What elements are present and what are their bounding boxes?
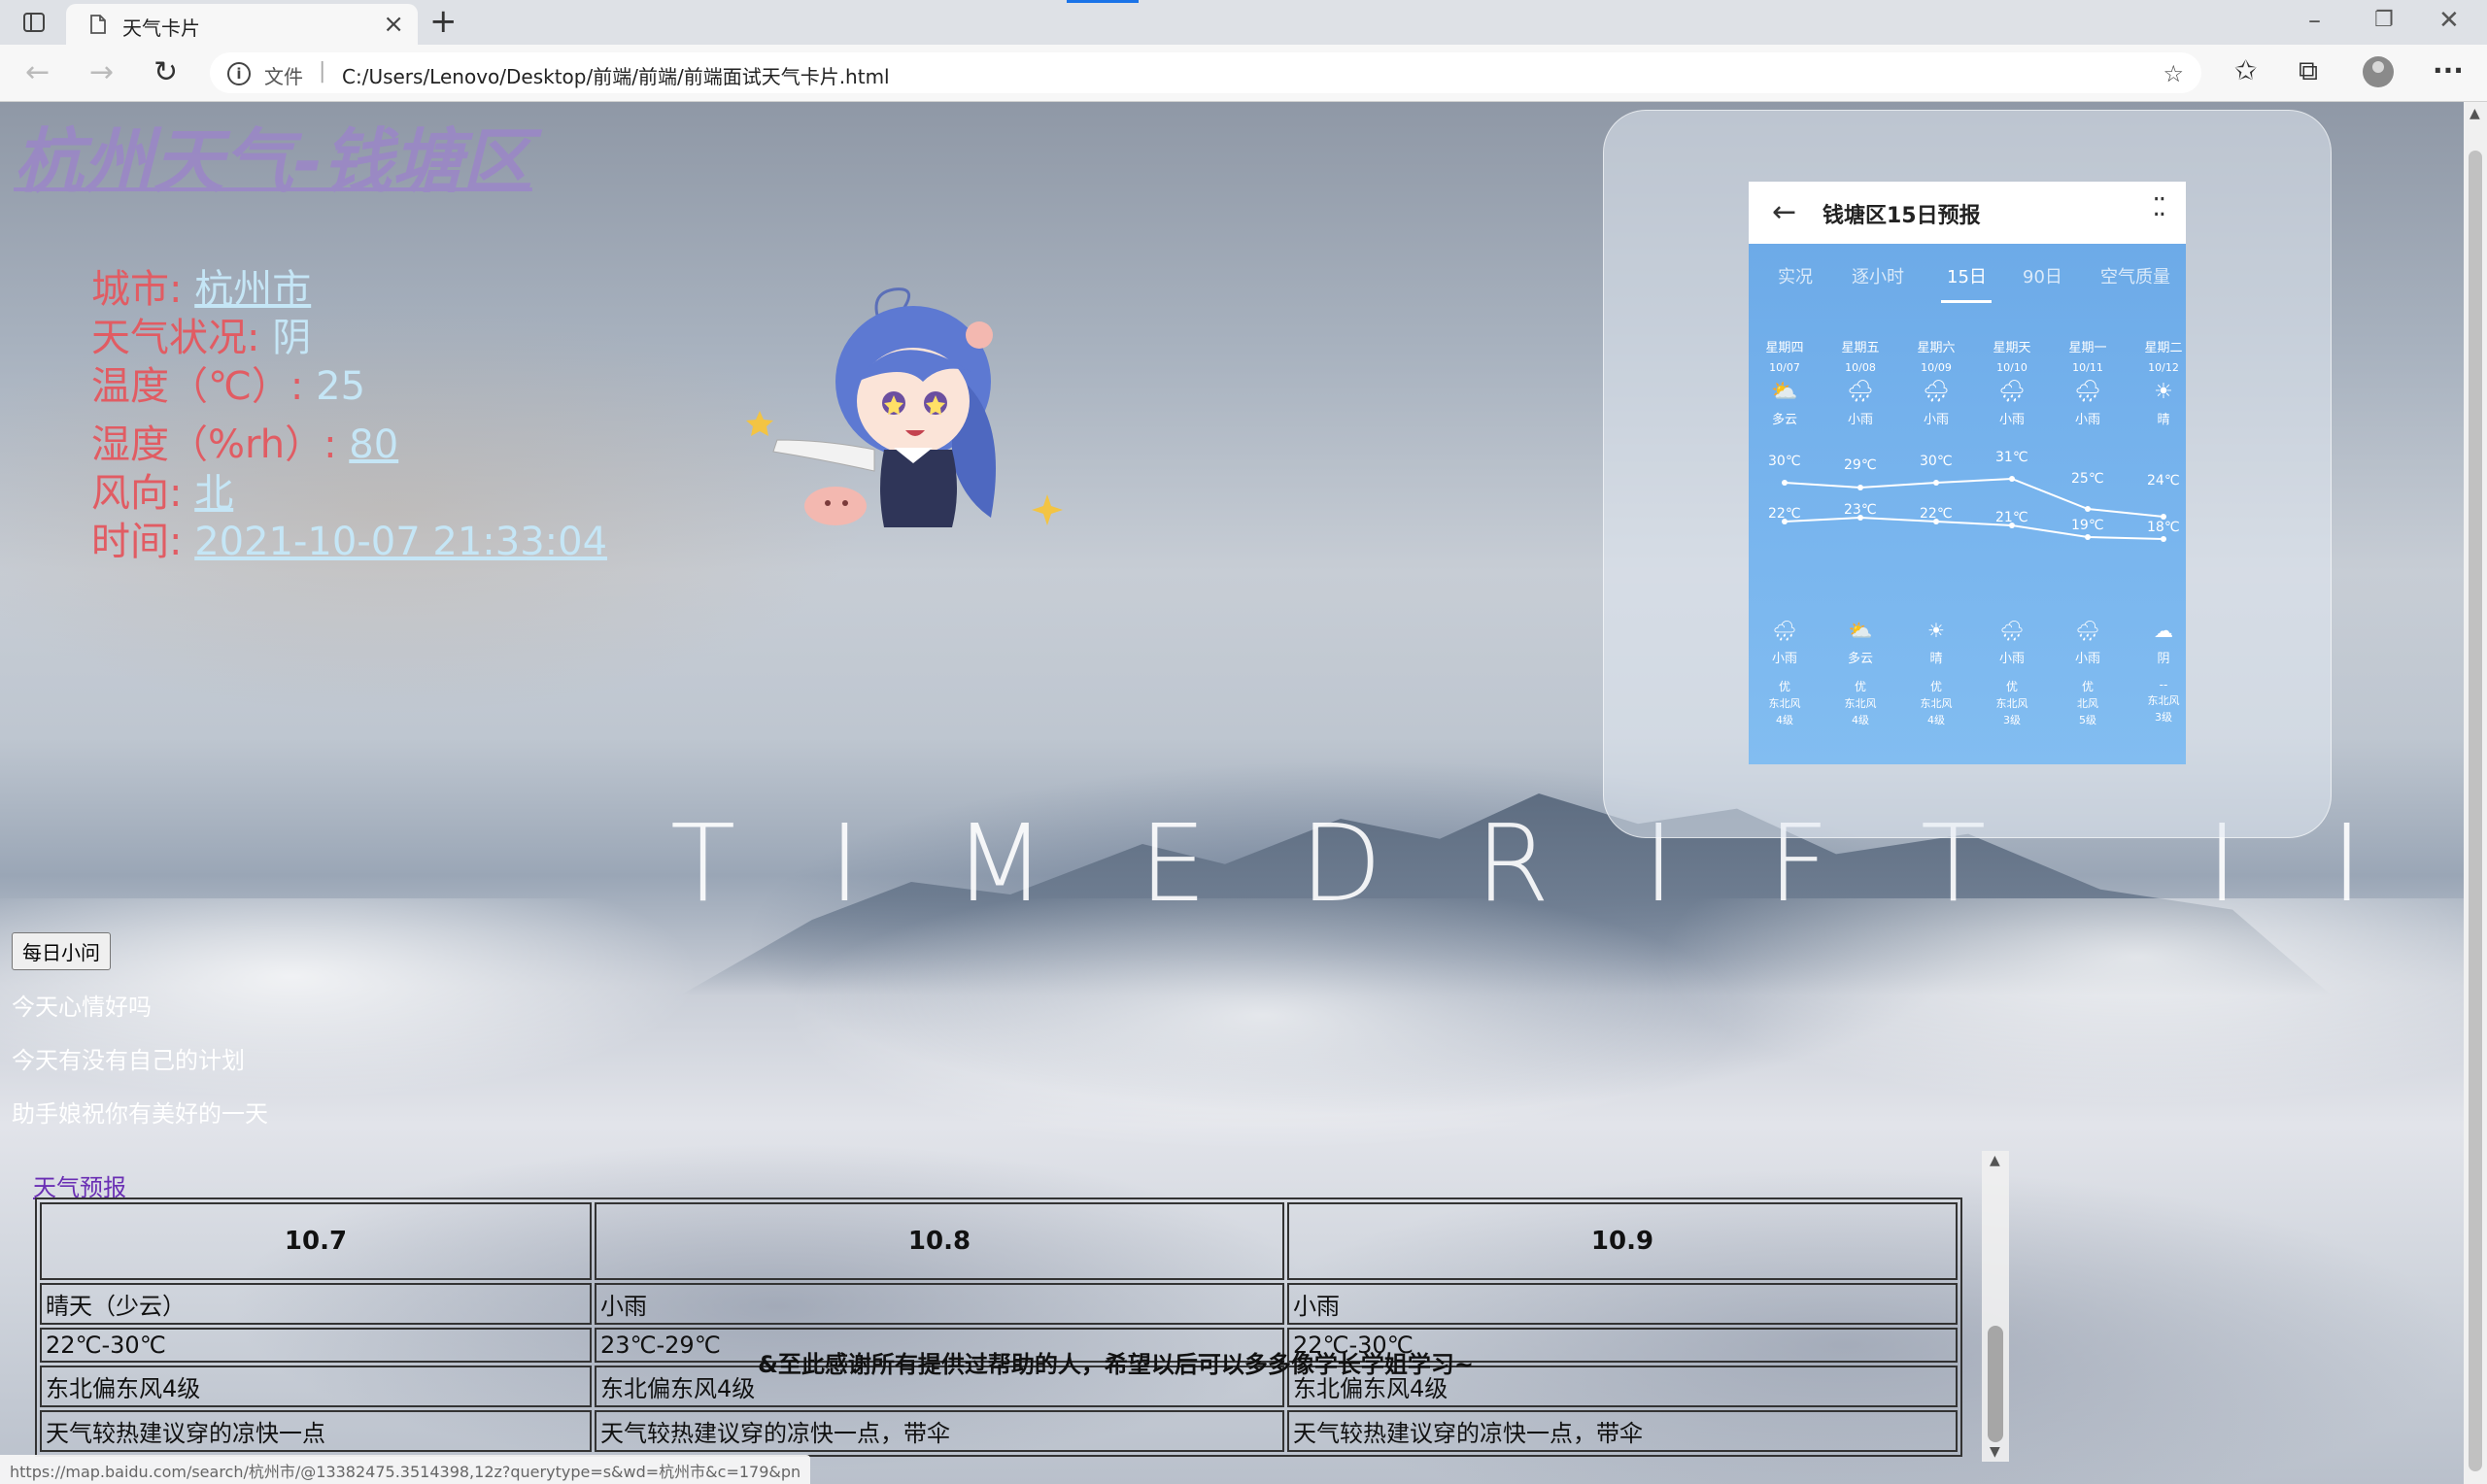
window-close-icon[interactable]: ✕: [2438, 6, 2460, 35]
humidity-label: 湿度（%rh）:: [91, 422, 337, 467]
wind-link[interactable]: 北: [194, 471, 233, 516]
url-scheme-label: 文件: [264, 65, 303, 88]
table-cell: 天气较热建议穿的凉快一点，带伞: [1287, 1410, 1958, 1452]
weather-row: 天气状况: 阴: [91, 314, 607, 362]
scroll-thumb[interactable]: [1988, 1326, 2003, 1442]
profile-icon[interactable]: [2363, 56, 2394, 87]
daily-question-button[interactable]: 每日小问: [12, 932, 111, 970]
wind-row: 风向: 北: [91, 469, 607, 518]
page-scrollbar[interactable]: ▲: [2464, 102, 2487, 1484]
tab-actions-icon[interactable]: [21, 10, 47, 35]
time-label: 时间:: [91, 520, 183, 564]
table-header: 10.8: [595, 1202, 1284, 1280]
collections-icon[interactable]: ⧉: [2299, 56, 2318, 85]
table-row: 天气较热建议穿的凉快一点 天气较热建议穿的凉快一点，带伞 天气较热建议穿的凉快一…: [40, 1410, 1958, 1452]
forecast-card: ← 钱塘区15日预报 ⁚⁚ 实况 逐小时 15日 90日 空气质量 星期四 10/…: [1603, 110, 2332, 838]
browser-titlebar: 天气卡片 × + – ❐ ✕: [0, 0, 2487, 45]
table-cell: 东北偏东风4级: [40, 1366, 592, 1407]
city-label: 城市:: [91, 267, 183, 312]
more-icon[interactable]: ···: [2433, 56, 2464, 85]
city-link[interactable]: 杭州市: [194, 267, 311, 312]
scroll-up-icon[interactable]: ▲: [1990, 1153, 2000, 1168]
forecast-table: 10.7 10.8 10.9 晴天（少云） 小雨 小雨 22℃-30℃ 23℃-…: [35, 1197, 1962, 1457]
back-icon[interactable]: ←: [25, 58, 50, 87]
forward-icon[interactable]: →: [89, 58, 114, 87]
maximize-icon[interactable]: ❐: [2374, 8, 2394, 32]
close-tab-icon[interactable]: ×: [383, 10, 404, 39]
wind-label: 风向:: [91, 471, 183, 516]
phone-screenshot: ← 钱塘区15日预报 ⁚⁚ 实况 逐小时 15日 90日 空气质量 星期四 10/…: [1749, 182, 2186, 764]
message-line: 今天有没有自己的计划: [12, 1047, 245, 1074]
table-cell: 小雨: [1287, 1283, 1958, 1325]
url-text[interactable]: C:/Users/Lenovo/Desktop/前端/前端/前端面试天气卡片.h…: [342, 61, 890, 89]
temperature-value: 25: [316, 364, 366, 409]
status-bar-url: https://map.baidu.com/search/杭州市/@133824…: [0, 1455, 811, 1484]
inner-scrollbar[interactable]: ▲ ▼: [1982, 1151, 2009, 1462]
address-bar: ← → ↻ i 文件 | C:/Users/Lenovo/Desktop/前端/…: [0, 45, 2487, 102]
url-separator: |: [319, 59, 326, 84]
temperature-lines: [1782, 476, 2166, 542]
url-field[interactable]: i 文件 | C:/Users/Lenovo/Desktop/前端/前端/前端面…: [210, 52, 2201, 93]
page-scroll-up-icon[interactable]: ▲: [2470, 106, 2480, 121]
loading-indicator: [1067, 0, 1139, 3]
favorite-add-icon[interactable]: ☆: [2163, 60, 2184, 87]
new-tab-icon[interactable]: +: [429, 2, 458, 41]
table-cell: 小雨: [595, 1283, 1284, 1325]
page-title[interactable]: 杭州天气-钱塘区: [14, 104, 532, 206]
city-row: 城市: 杭州市: [91, 265, 607, 314]
weather-info: 城市: 杭州市 天气状况: 阴 温度（℃）: 25 湿度（%rh）: 80 风向…: [91, 265, 607, 566]
browser-tab[interactable]: 天气卡片 ×: [66, 4, 418, 45]
info-icon[interactable]: i: [227, 62, 251, 85]
time-link[interactable]: 2021-10-07 21:33:04: [194, 520, 607, 564]
humidity-link[interactable]: 80: [349, 422, 398, 467]
table-header-row: 10.7 10.8 10.9: [40, 1202, 1958, 1280]
minimize-icon[interactable]: –: [2308, 6, 2321, 35]
temperature-label: 温度（℃）:: [91, 364, 304, 409]
thanks-marquee: &至此感谢所有提供过帮助的人，希望以后可以多多像学长学姐学习~: [758, 1351, 1475, 1378]
table-cell: 晴天（少云）: [40, 1283, 592, 1325]
scroll-down-icon[interactable]: ▼: [1990, 1444, 2000, 1460]
message-line: 今天心情好吗: [12, 994, 152, 1021]
weather-label: 天气状况:: [91, 316, 260, 360]
weather-value: 阴: [272, 316, 312, 360]
mascot-image: [746, 287, 1063, 527]
table-cell: 22℃-30℃: [40, 1328, 592, 1363]
humidity-row: 湿度（%rh）: 80: [91, 421, 607, 469]
page-viewport: 杭州天气-钱塘区 城市: 杭州市 天气状况: 阴 温度（℃）: 25 湿度（%r…: [0, 102, 2464, 1484]
favorites-icon[interactable]: ✩: [2234, 56, 2257, 85]
page-scroll-thumb[interactable]: [2469, 151, 2482, 1471]
table-cell: 天气较热建议穿的凉快一点: [40, 1410, 592, 1452]
time-row: 时间: 2021-10-07 21:33:04: [91, 518, 607, 566]
table-header: 10.7: [40, 1202, 592, 1280]
table-header: 10.9: [1287, 1202, 1958, 1280]
table-row: 晴天（少云） 小雨 小雨: [40, 1283, 1958, 1325]
refresh-icon[interactable]: ↻: [153, 58, 178, 87]
temperature-row: 温度（℃）: 25: [91, 362, 607, 411]
tab-title: 天气卡片: [122, 17, 200, 40]
message-line: 助手娘祝你有美好的一天: [12, 1100, 268, 1128]
page-icon: [90, 15, 106, 34]
table-cell: 天气较热建议穿的凉快一点，带伞: [595, 1410, 1284, 1452]
